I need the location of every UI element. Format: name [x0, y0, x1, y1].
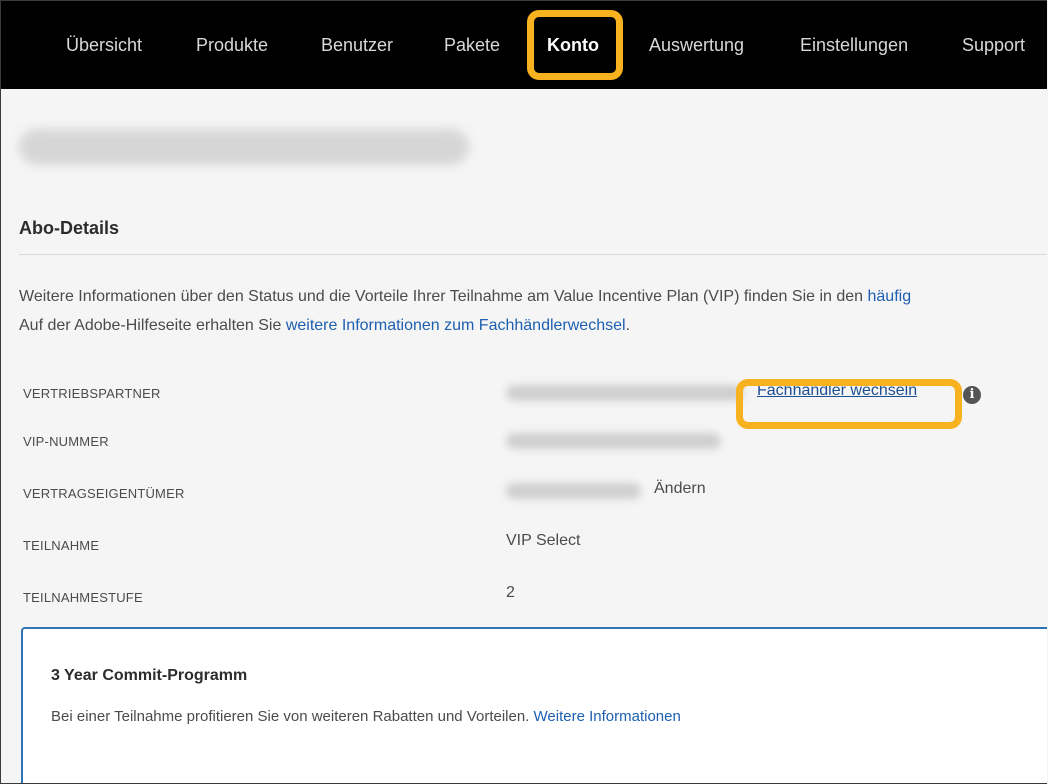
blurred-dealer-name	[506, 385, 744, 401]
info-icon[interactable]: i	[963, 386, 981, 404]
section-divider	[19, 254, 1047, 255]
faq-link[interactable]: häufig	[868, 288, 912, 305]
commit-program-panel	[21, 627, 1047, 783]
intro-text-prefix: Weitere Informationen über den Status un…	[19, 288, 868, 305]
help-text-suffix: .	[625, 317, 631, 334]
contract-owner-label: VERTRAGSEIGENTÜMER	[23, 486, 185, 501]
blurred-vip-number	[506, 433, 721, 449]
commit-program-title: 3 Year Commit-Programm	[51, 667, 248, 684]
help-text-prefix: Auf der Adobe-Hilfeseite erhalten Sie	[19, 317, 286, 334]
nav-item-benutzer[interactable]: Benutzer	[321, 1, 393, 89]
change-owner-link[interactable]: Ändern	[654, 480, 706, 498]
konto-highlight-box	[527, 10, 623, 80]
participation-level-value: 2	[506, 584, 515, 601]
nav-item-auswertung[interactable]: Auswertung	[649, 1, 744, 89]
participation-label: TEILNAHME	[23, 538, 100, 553]
blurred-contract-owner	[506, 483, 641, 499]
nav-item-einstellungen[interactable]: Einstellungen	[800, 1, 908, 89]
dealer-change-info-link[interactable]: weitere Informationen zum Fachhändlerwec…	[286, 317, 626, 334]
nav-item-support[interactable]: Support	[962, 1, 1025, 89]
section-title: Abo-Details	[19, 218, 120, 238]
commit-text: Bei einer Teilnahme profitieren Sie von …	[51, 708, 534, 725]
change-dealer-highlight-box	[736, 379, 962, 429]
blurred-organization-name	[19, 129, 469, 165]
top-navigation: Übersicht Produkte Benutzer Pakete Konto…	[1, 1, 1047, 89]
commit-program-text: Bei einer Teilnahme profitieren Sie von …	[51, 708, 681, 725]
nav-item-uebersicht[interactable]: Übersicht	[66, 1, 142, 89]
nav-item-produkte[interactable]: Produkte	[196, 1, 268, 89]
intro-text: Weitere Informationen über den Status un…	[19, 288, 911, 306]
nav-item-pakete[interactable]: Pakete	[444, 1, 500, 89]
participation-level-label: TEILNAHMESTUFE	[23, 590, 143, 605]
more-information-link[interactable]: Weitere Informationen	[534, 708, 681, 725]
vertriebspartner-label: VERTRIEBSPARTNER	[23, 386, 161, 401]
vip-number-label: VIP-NUMMER	[23, 434, 109, 449]
page-frame: Übersicht Produkte Benutzer Pakete Konto…	[0, 0, 1047, 784]
participation-value: VIP Select	[506, 532, 581, 549]
help-text: Auf der Adobe-Hilfeseite erhalten Sie we…	[19, 317, 630, 335]
